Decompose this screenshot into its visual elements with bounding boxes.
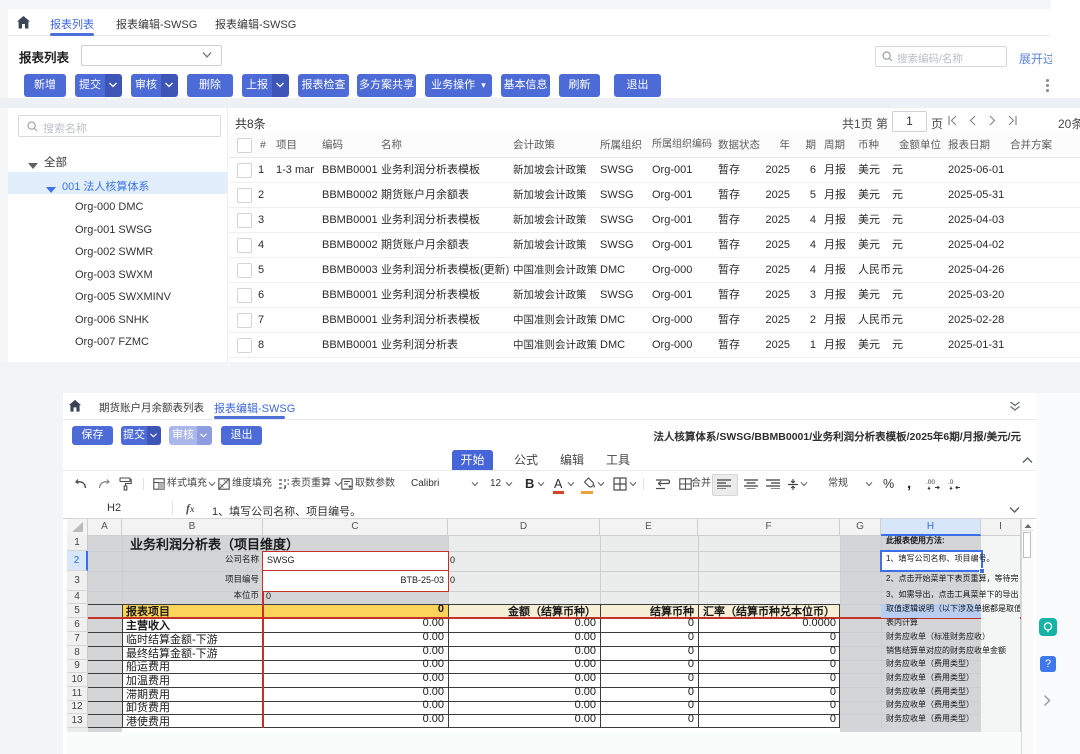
svg-text:.0: .0 [948,479,954,486]
svg-text:.00: .00 [926,479,935,486]
